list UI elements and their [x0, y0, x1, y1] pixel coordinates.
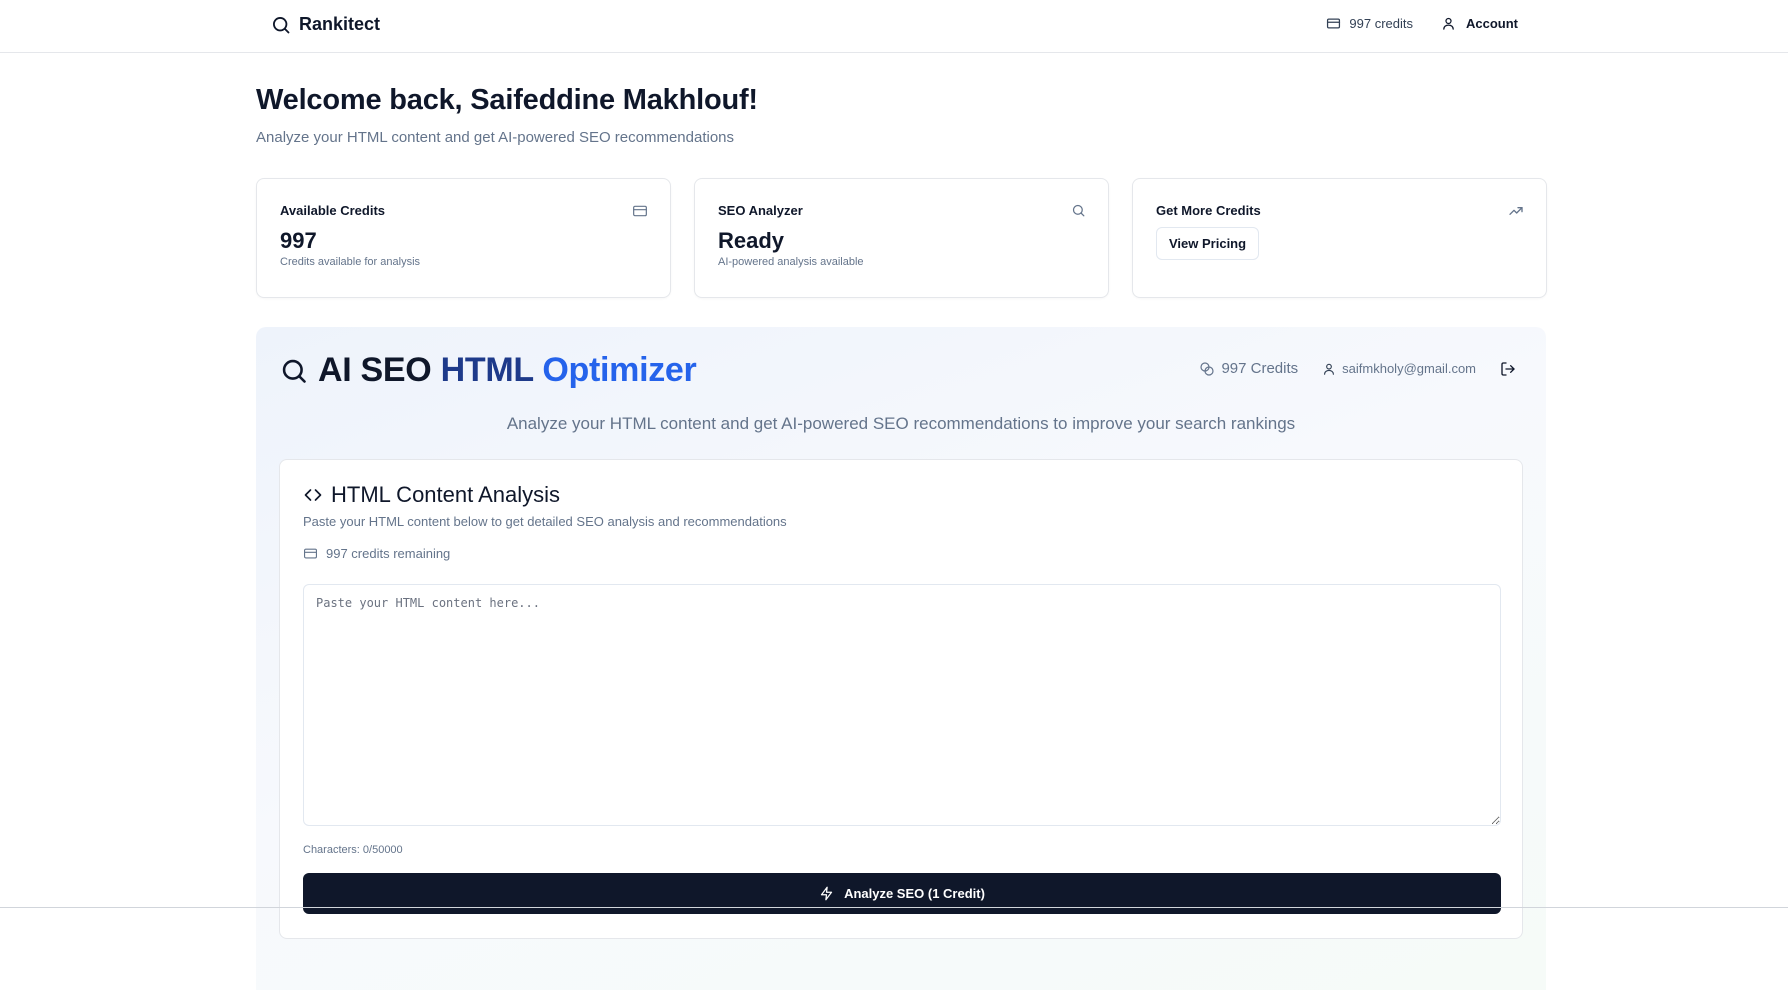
brand[interactable]: Rankitect [271, 14, 380, 35]
nav-credits-label: 997 credits [1349, 16, 1413, 31]
credit-card-icon [303, 546, 318, 561]
view-pricing-button[interactable]: View Pricing [1156, 227, 1260, 260]
html-analysis-card: HTML Content Analysis Paste your HTML co… [279, 459, 1523, 939]
analyze-seo-label: Analyze SEO (1 Credit) [844, 886, 985, 901]
analysis-title: HTML Content Analysis [331, 482, 561, 507]
search-icon [271, 15, 291, 35]
welcome-section: Welcome back, Saifeddine Makhlouf! Analy… [256, 84, 758, 146]
user-email-label: saifmkholy@gmail.com [1342, 361, 1476, 376]
title-part-ai-seo: AI SEO [318, 351, 432, 389]
character-count: Characters: 0/50000 [303, 844, 403, 856]
zap-icon [819, 886, 834, 901]
account-label: Account [1466, 16, 1518, 31]
card-title: Available Credits [280, 203, 386, 218]
user-icon [1322, 362, 1336, 376]
card-available-credits: Available Credits 997 Credits available … [256, 178, 671, 298]
account-button[interactable]: Account [1441, 16, 1518, 31]
logout-icon[interactable] [1500, 361, 1516, 377]
card-value: 997 [280, 228, 317, 253]
credits-remaining: 997 credits remaining [303, 546, 450, 561]
card-subtext: Credits available for analysis [280, 256, 421, 268]
analysis-description: Paste your HTML content below to get det… [303, 514, 787, 529]
coins-icon [1199, 361, 1215, 377]
optimizer-credits: 997 Credits [1199, 360, 1298, 377]
search-icon [1071, 203, 1086, 218]
nav-credits: 997 credits [1326, 16, 1413, 31]
stat-cards: Available Credits 997 Credits available … [256, 178, 1547, 298]
title-part-optimizer: Optimizer [542, 351, 697, 389]
html-content-input[interactable] [303, 584, 1501, 826]
trending-up-icon [1508, 203, 1524, 219]
title-part-html: HTML [440, 351, 534, 389]
optimizer-header: AI SEO HTML Optimizer [280, 351, 697, 390]
page-subtitle: Analyze your HTML content and get AI-pow… [256, 129, 735, 146]
card-title: Get More Credits [1156, 203, 1261, 218]
search-icon [280, 357, 308, 385]
card-value: Ready [718, 228, 785, 253]
optimizer-credits-label: 997 Credits [1221, 360, 1299, 377]
credit-card-icon [1326, 16, 1341, 31]
optimizer-meta: 997 Credits saifmkholy@gmail.com [1199, 360, 1516, 377]
credits-remaining-label: 997 credits remaining [326, 546, 451, 561]
user-icon [1441, 16, 1456, 31]
page-title: Welcome back, Saifeddine Makhlouf! [256, 84, 758, 116]
card-subtext: AI-powered analysis available [718, 256, 864, 268]
code-icon [303, 485, 323, 505]
optimizer-panel: AI SEO HTML Optimizer 997 Credits saifmk… [256, 327, 1546, 990]
card-title: SEO Analyzer [718, 203, 803, 218]
optimizer-title: AI SEO HTML Optimizer [318, 351, 697, 390]
user-email: saifmkholy@gmail.com [1322, 361, 1476, 376]
brand-name: Rankitect [299, 14, 381, 34]
card-seo-analyzer: SEO Analyzer Ready AI-powered analysis a… [694, 178, 1109, 298]
optimizer-description: Analyze your HTML content and get AI-pow… [506, 414, 1296, 433]
card-get-more-credits: Get More Credits View Pricing [1132, 178, 1547, 298]
credit-card-icon [632, 203, 648, 219]
top-nav: Rankitect 997 credits Account [0, 0, 1788, 53]
analysis-header: HTML Content Analysis [303, 482, 560, 508]
divider [0, 907, 1788, 908]
